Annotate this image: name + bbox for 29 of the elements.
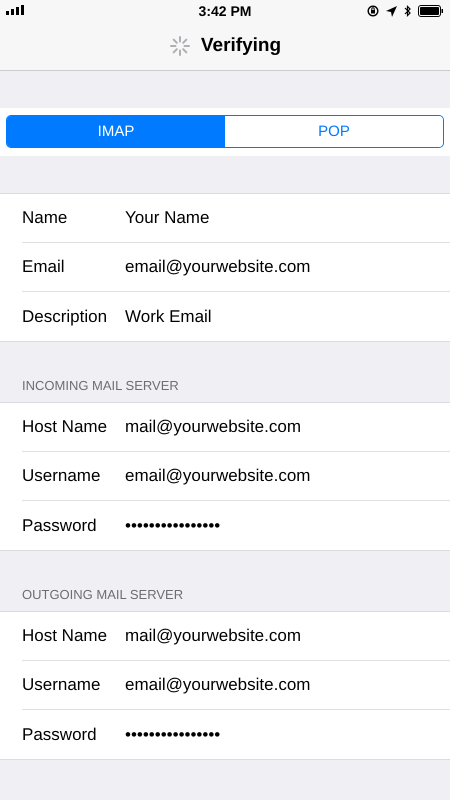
spinner-icon: [168, 35, 191, 57]
segment-tab[interactable]: IMAP: [7, 116, 225, 147]
field-label: Password: [22, 516, 98, 536]
rotation-lock-icon: [367, 5, 379, 17]
signal-icon: [6, 5, 24, 15]
field-label: Email: [22, 257, 66, 277]
battery-icon: [418, 5, 444, 17]
field-label: Host Name: [22, 626, 108, 646]
input-field[interactable]: mail@yourwebsite.com: [125, 626, 301, 646]
location-icon: [386, 6, 397, 16]
field-label: Password: [22, 724, 98, 744]
field-label: Name: [22, 208, 68, 228]
field-label: Description: [22, 306, 108, 326]
section-header: INCOMING MAIL SERVER: [21, 378, 179, 395]
nav-title: Verifying: [200, 35, 282, 57]
bluetooth-icon: [404, 5, 411, 17]
input-field[interactable]: Work Email: [125, 306, 212, 326]
status-time: 3:42 PM: [198, 3, 252, 19]
input-field[interactable]: mail@yourwebsite.com: [125, 417, 301, 437]
input-field[interactable]: Your Name: [125, 208, 210, 228]
field-label: Username: [22, 675, 102, 695]
input-field[interactable]: email@yourwebsite.com: [125, 466, 310, 486]
input-field[interactable]: ••••••••••••••••: [125, 724, 220, 744]
input-field[interactable]: email@yourwebsite.com: [125, 257, 310, 277]
field-label: Username: [22, 466, 102, 486]
input-field[interactable]: ••••••••••••••••: [125, 516, 220, 536]
section-header: OUTGOING MAIL SERVER: [21, 587, 184, 604]
field-label: Host Name: [22, 417, 108, 437]
input-field[interactable]: email@yourwebsite.com: [125, 675, 310, 695]
